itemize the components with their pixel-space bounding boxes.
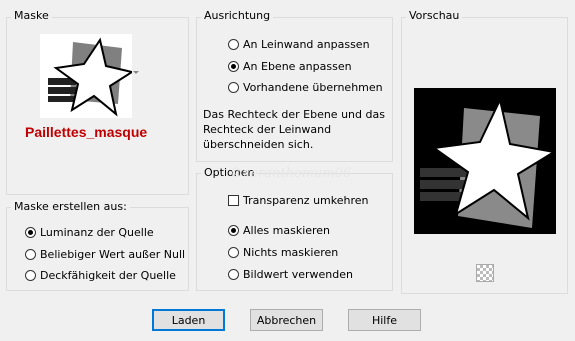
radio-any-nonzero-indicator[interactable] <box>25 249 36 260</box>
radio-mask-all[interactable]: Alles maskieren <box>228 224 330 237</box>
radio-mask-none-label: Nichts maskieren <box>243 246 339 259</box>
mask-dropdown-arrow-icon[interactable] <box>133 71 139 74</box>
radio-use-image-value[interactable]: Bildwert verwenden <box>228 268 353 281</box>
radio-opacity-label: Deckfähigkeit der Quelle <box>40 269 176 282</box>
radio-mask-all-indicator[interactable] <box>228 225 239 236</box>
radio-mask-none[interactable]: Nichts maskieren <box>228 246 338 259</box>
transparency-checker-icon[interactable] <box>476 264 494 282</box>
load-button[interactable]: Laden <box>152 309 225 331</box>
alignment-description: Das Rechteck der Ebene und das Rechteck … <box>203 107 385 152</box>
alignment-description-line: Das Rechteck der Ebene und das <box>203 108 385 121</box>
mask-thumbnail[interactable] <box>40 34 135 118</box>
radio-use-image-value-label: Bildwert verwenden <box>243 268 353 281</box>
preview-legend: Vorschau <box>406 9 463 22</box>
radio-opacity[interactable]: Deckfähigkeit der Quelle <box>25 269 176 282</box>
radio-mask-none-indicator[interactable] <box>228 247 239 258</box>
radio-use-image-value-indicator[interactable] <box>228 269 239 280</box>
mask-source-legend: Maske erstellen aus: <box>11 200 130 213</box>
cancel-button[interactable]: Abbrechen <box>250 309 323 331</box>
alignment-legend: Ausrichtung <box>201 9 274 22</box>
preview-image-graphic <box>414 88 557 234</box>
checkbox-invert-transparency-box[interactable] <box>228 195 239 206</box>
watermark-text: ©xeranthemum06 <box>230 166 352 181</box>
radio-fit-canvas-indicator[interactable] <box>228 39 239 50</box>
mask-thumbnail-image <box>40 34 135 118</box>
alignment-description-line: Rechteck der Leinwand <box>203 123 332 136</box>
radio-luminance[interactable]: Luminanz der Quelle <box>25 226 154 239</box>
mask-name: Paillettes_masque <box>25 124 148 140</box>
preview-image <box>414 88 557 234</box>
radio-mask-all-label: Alles maskieren <box>243 224 331 237</box>
radio-keep-existing-label: Vorhandene übernehmen <box>243 81 383 94</box>
radio-any-nonzero[interactable]: Beliebiger Wert außer Null <box>25 248 185 261</box>
checkbox-invert-transparency-label: Transparenz umkehren <box>243 194 369 207</box>
help-button[interactable]: Hilfe <box>348 309 421 331</box>
radio-any-nonzero-label: Beliebiger Wert außer Null <box>40 248 186 261</box>
radio-opacity-indicator[interactable] <box>25 270 36 281</box>
radio-fit-layer[interactable]: An Ebene anpassen <box>228 60 352 73</box>
radio-keep-existing-indicator[interactable] <box>228 82 239 93</box>
radio-luminance-label: Luminanz der Quelle <box>40 226 154 239</box>
alignment-description-line: überschneiden sich. <box>203 138 314 151</box>
radio-fit-layer-label: An Ebene anpassen <box>243 60 352 73</box>
radio-fit-canvas-label: An Leinwand anpassen <box>243 38 370 51</box>
radio-keep-existing[interactable]: Vorhandene übernehmen <box>228 81 383 94</box>
radio-luminance-indicator[interactable] <box>25 227 36 238</box>
mask-legend: Maske <box>11 9 52 22</box>
radio-fit-layer-indicator[interactable] <box>228 61 239 72</box>
radio-fit-canvas[interactable]: An Leinwand anpassen <box>228 38 370 51</box>
checkbox-invert-transparency[interactable]: Transparenz umkehren <box>228 194 369 207</box>
